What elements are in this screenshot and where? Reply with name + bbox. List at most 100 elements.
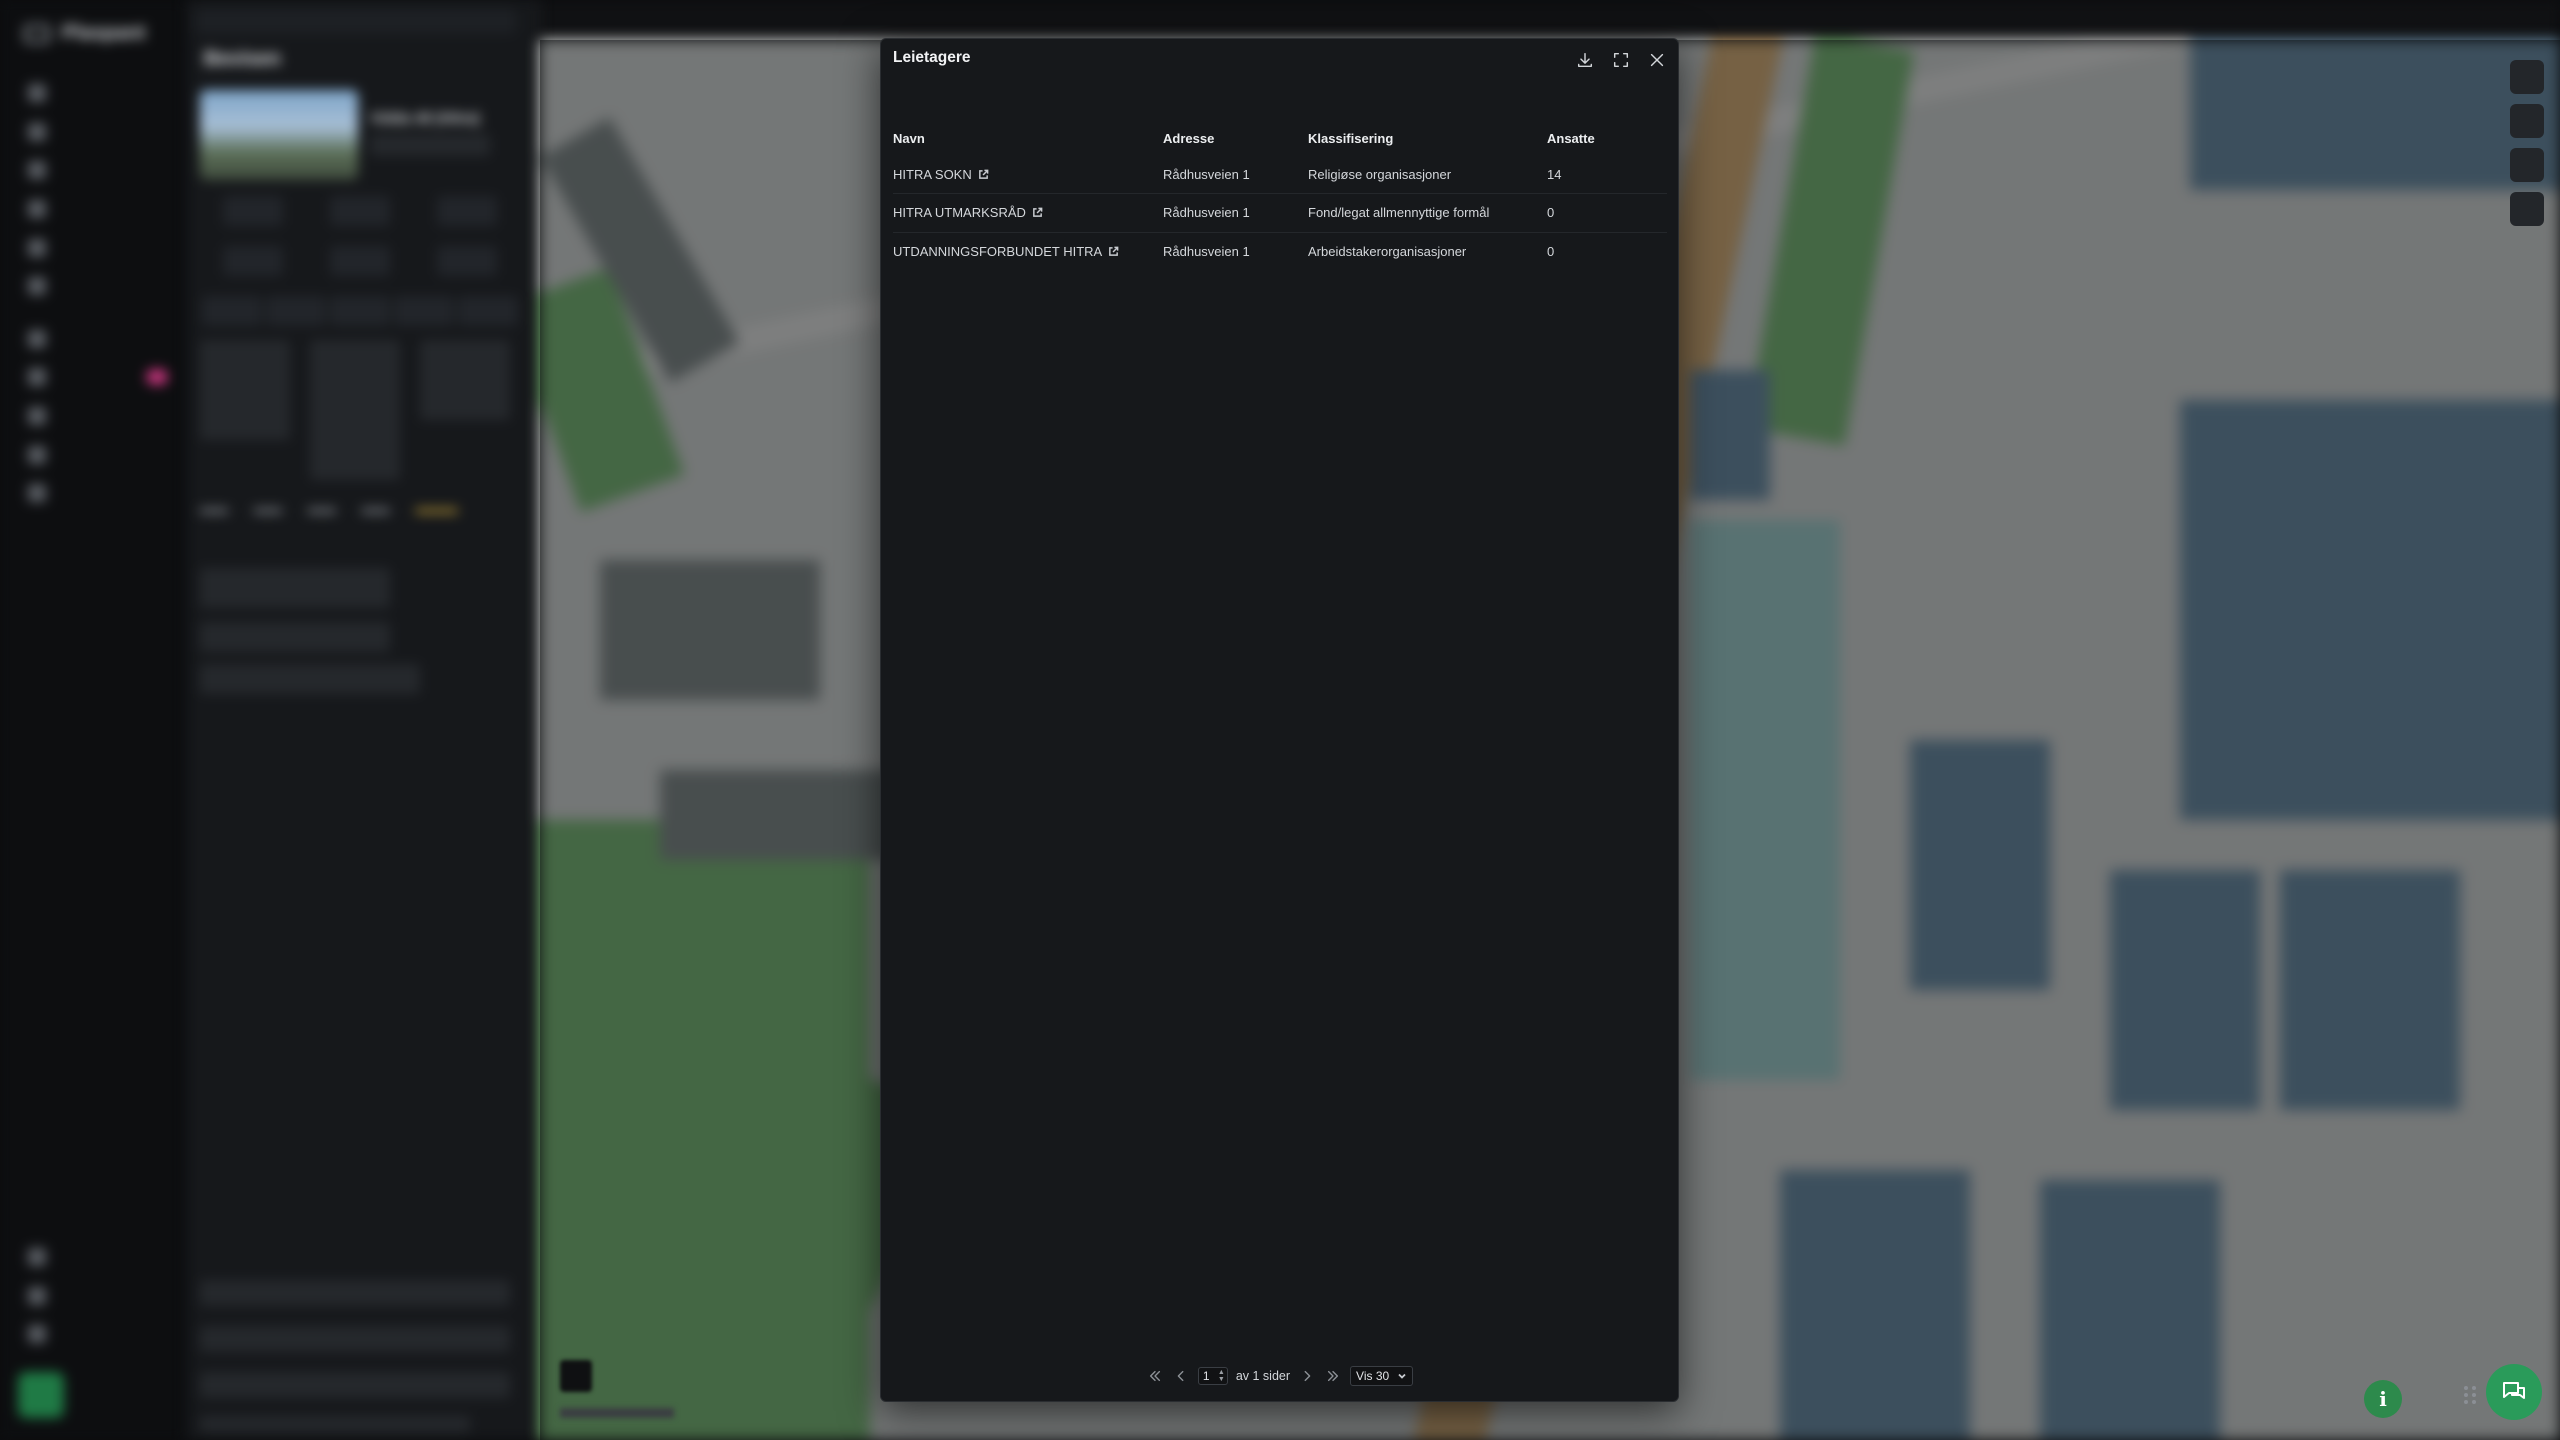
cell-classification: Arbeidstakerorganisasjoner	[1308, 231, 1547, 271]
previous-page-button[interactable]	[1172, 1367, 1190, 1385]
sidebar-item[interactable]	[28, 435, 168, 474]
cell-employees: 14	[1547, 166, 1562, 182]
sidebar-item[interactable]	[28, 320, 168, 359]
cell-address: Rådhusveien 1	[1163, 193, 1308, 232]
nav-icon	[28, 1248, 46, 1267]
map-zoom-out-button[interactable]	[2510, 104, 2544, 138]
close-icon	[1650, 53, 1664, 67]
stepper-icon[interactable]: ▲ ▼	[1218, 1369, 1225, 1383]
page-size-select[interactable]: Vis 30	[1350, 1366, 1414, 1386]
tenant-name[interactable]: HITRA SOKN	[893, 167, 972, 182]
fullscreen-button[interactable]	[1610, 49, 1632, 71]
settings-icon	[28, 1286, 46, 1305]
cell-address: Rådhusveien 1	[1163, 166, 1250, 182]
new-badge	[145, 369, 168, 386]
map-scale-bar	[560, 1408, 674, 1418]
brand-name: Plaspant	[62, 22, 146, 44]
cell-name[interactable]: HITRA SOKN	[893, 155, 1163, 194]
external-link-icon[interactable]	[1108, 246, 1119, 257]
page-number-input[interactable]: 1 ▲ ▼	[1197, 1367, 1228, 1385]
user-profile[interactable]	[18, 1372, 79, 1418]
column-header-classification[interactable]: Klassifisering	[1308, 121, 1547, 155]
sidebar-item[interactable]	[28, 190, 168, 229]
cell-classification: Fond/legat allmennyttige formål	[1308, 193, 1547, 232]
property-subtitle	[370, 134, 490, 156]
cell-name[interactable]: UTDANNINGSFORBUNDET HITRA	[893, 231, 1163, 271]
drag-handle-icon[interactable]	[2464, 1386, 2477, 1404]
page-number-value: 1	[1202, 1369, 1210, 1383]
download-icon	[1577, 52, 1593, 68]
column-header-name[interactable]: Navn	[893, 121, 1163, 155]
top-toolbar	[186, 0, 2560, 40]
app-logo-icon	[24, 24, 50, 43]
column-header-address[interactable]: Adresse	[1163, 121, 1308, 155]
sidebar-item[interactable]	[28, 1238, 168, 1277]
chat-icon	[2503, 1382, 2525, 1399]
next-page-button[interactable]	[1298, 1367, 1316, 1385]
nav-icon	[28, 329, 46, 348]
map-tool-button[interactable]	[560, 1360, 592, 1392]
map-compass-button[interactable]	[2510, 148, 2544, 182]
chat-button[interactable]	[2486, 1364, 2542, 1420]
panel-search-bar	[196, 8, 516, 34]
close-button[interactable]	[1646, 49, 1668, 71]
nav-icon	[28, 484, 46, 503]
panel-action-row	[200, 246, 520, 282]
chevrons-right-icon	[1327, 1370, 1339, 1382]
panel-title: Bevisen	[204, 48, 281, 70]
first-page-button[interactable]	[1146, 1367, 1164, 1385]
cell-name[interactable]: HITRA UTMARKSRÅD	[893, 193, 1163, 232]
cell-address: Rådhusveien 1	[1163, 231, 1308, 271]
info-button[interactable]: i	[2364, 1380, 2402, 1418]
map-layers-button[interactable]	[2510, 192, 2544, 226]
map-zoom-in-button[interactable]	[2510, 60, 2544, 94]
sidebar-item[interactable]	[28, 228, 168, 267]
chevrons-left-icon	[1149, 1370, 1160, 1382]
sidebar-item[interactable]	[28, 1315, 168, 1354]
sidebar-item[interactable]	[28, 397, 168, 436]
panel-tabs: ▬▬ ▬▬ ▬▬ ▬▬ ▬▬▬	[200, 500, 458, 516]
table-row[interactable]: UTDANNINGSFORBUNDET HITRA Rådhusveien 1 …	[893, 231, 1667, 271]
nav-icon	[28, 238, 46, 257]
sidebar-item[interactable]	[28, 358, 168, 397]
sidebar-item[interactable]	[28, 1277, 168, 1316]
cell-employees: 0	[1547, 231, 1667, 271]
nav-icon	[28, 445, 46, 464]
nav-icon	[28, 122, 46, 141]
fullscreen-icon	[1613, 52, 1629, 68]
nav-icon	[28, 161, 46, 180]
modal-actions	[1574, 49, 1668, 71]
cell-employees: 0	[1547, 193, 1667, 232]
chevron-left-icon	[1177, 1370, 1184, 1382]
download-button[interactable]	[1574, 49, 1596, 71]
external-link-icon[interactable]	[1032, 207, 1043, 218]
tenant-name[interactable]: UTDANNINGSFORBUNDET HITRA	[893, 244, 1102, 259]
chevron-right-icon	[1304, 1370, 1311, 1382]
info-icon: i	[2379, 1387, 2387, 1411]
cell-classification: Religiøse organisasjoner	[1308, 166, 1452, 182]
sidebar-item[interactable]	[28, 267, 168, 306]
panel-action-row	[200, 196, 520, 232]
sidebar-item[interactable]	[28, 113, 168, 152]
last-page-button[interactable]	[1324, 1367, 1342, 1385]
external-link-icon[interactable]	[978, 169, 989, 180]
table-header-row: Navn Adresse Klassifisering Ansatte	[893, 121, 1667, 155]
table-row[interactable]: HITRA SOKN Rådhusveien 1 Religiøse organ…	[893, 155, 1667, 194]
nav-icon	[28, 200, 46, 219]
avatar	[18, 1372, 64, 1418]
modal-title: Leietagere	[893, 49, 971, 66]
nav-icon	[28, 407, 46, 426]
nav-icon	[28, 368, 46, 387]
help-icon	[28, 1325, 46, 1344]
property-panel: Bevisen Vidda 48 (Hitra) ▬▬ ▬▬ ▬▬ ▬▬ ▬▬▬	[186, 0, 540, 1440]
column-header-employees[interactable]: Ansatte	[1547, 121, 1667, 155]
app-brand: Plaspant	[24, 22, 145, 45]
sidebar-item[interactable]	[28, 474, 168, 513]
page-count-label: av 1 sider	[1235, 1369, 1291, 1383]
tenants-modal: Leietagere Navn Adresse Klassifisering A…	[880, 38, 1679, 1402]
sidebar-item[interactable]	[28, 74, 168, 113]
table-row[interactable]: HITRA UTMARKSRÅD Rådhusveien 1 Fond/lega…	[893, 193, 1667, 232]
panel-toolbar	[200, 296, 520, 332]
sidebar-item[interactable]	[28, 151, 168, 190]
tenant-name[interactable]: HITRA UTMARKSRÅD	[893, 205, 1026, 220]
